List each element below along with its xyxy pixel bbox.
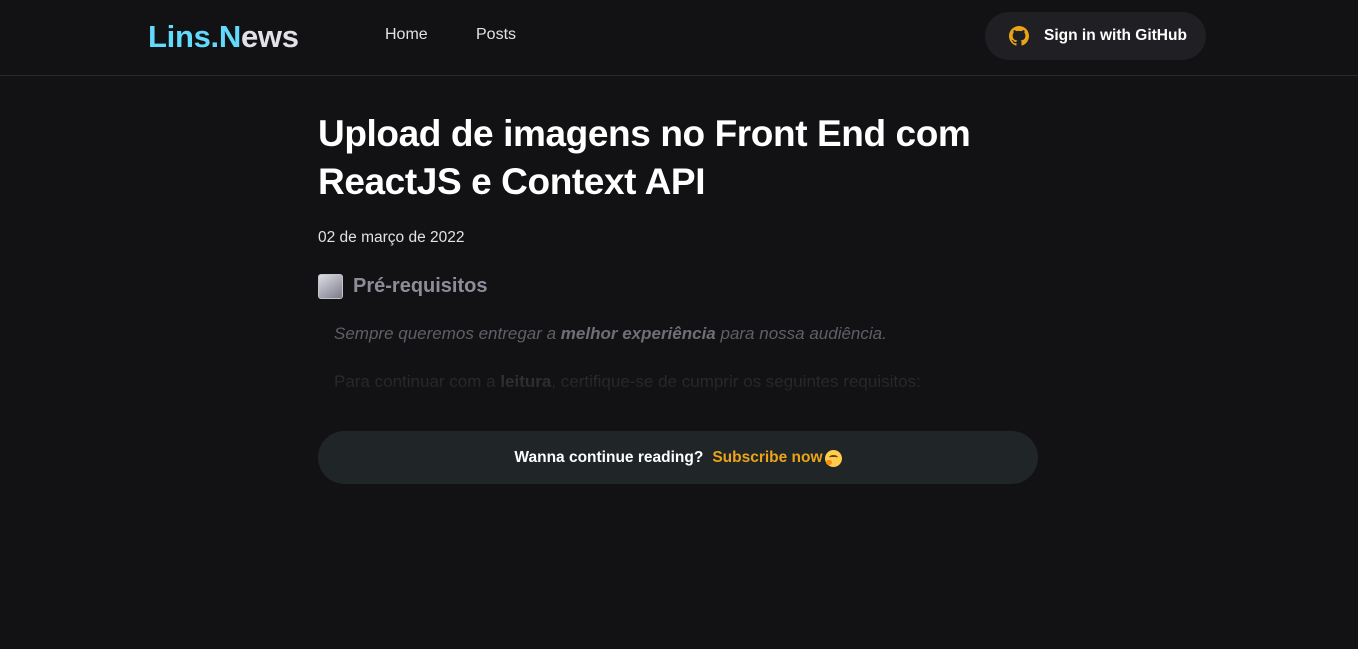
site-header: Lins.News Home Posts Sign in with GitHub	[0, 0, 1358, 76]
excerpt-paragraph-1: Sempre queremos entregar a melhor experi…	[334, 322, 1024, 346]
excerpt-paragraph-2: Para continuar com a leitura, certifique…	[334, 370, 1024, 394]
nav-posts-link[interactable]: Posts	[476, 25, 516, 45]
p1-text-bold: melhor experiência	[560, 324, 716, 343]
p1-text-a: Sempre queremos entregar a	[334, 324, 561, 343]
post-excerpt: Sempre queremos entregar a melhor experi…	[334, 322, 1024, 394]
p1-text-c: para nossa audiência.	[715, 324, 887, 343]
sign-in-github-button[interactable]: Sign in with GitHub	[985, 12, 1206, 60]
logo-text-ews: ews	[240, 19, 299, 54]
post-title: Upload de imagens no Front End com React…	[318, 113, 971, 202]
nav-home-link[interactable]: Home	[385, 25, 428, 45]
github-icon	[1009, 26, 1029, 46]
sign-in-label: Sign in with GitHub	[1044, 27, 1187, 44]
logo-text-lins: Lins.	[148, 19, 219, 54]
continue-reading-text: Wanna continue reading?	[514, 448, 704, 466]
hugging-face-emoji-icon	[824, 450, 842, 467]
site-logo[interactable]: Lins.News	[148, 18, 299, 56]
section-heading: Pré-requisitos	[318, 273, 487, 299]
continue-reading-banner: Wanna continue reading? Subscribe now	[318, 431, 1038, 484]
section-heading-text: Pré-requisitos	[353, 275, 488, 297]
p2-text-c: , certifique-se de cumprir os seguintes …	[551, 372, 921, 391]
p2-text-bold: leitura	[500, 372, 552, 391]
post-date: 02 de março de 2022	[318, 229, 465, 246]
p2-text-a: Para continuar com a	[334, 372, 501, 391]
logo-text-n: N	[218, 19, 241, 54]
white-square-button-icon	[318, 273, 343, 299]
subscribe-now-link[interactable]: Subscribe now	[712, 449, 822, 467]
